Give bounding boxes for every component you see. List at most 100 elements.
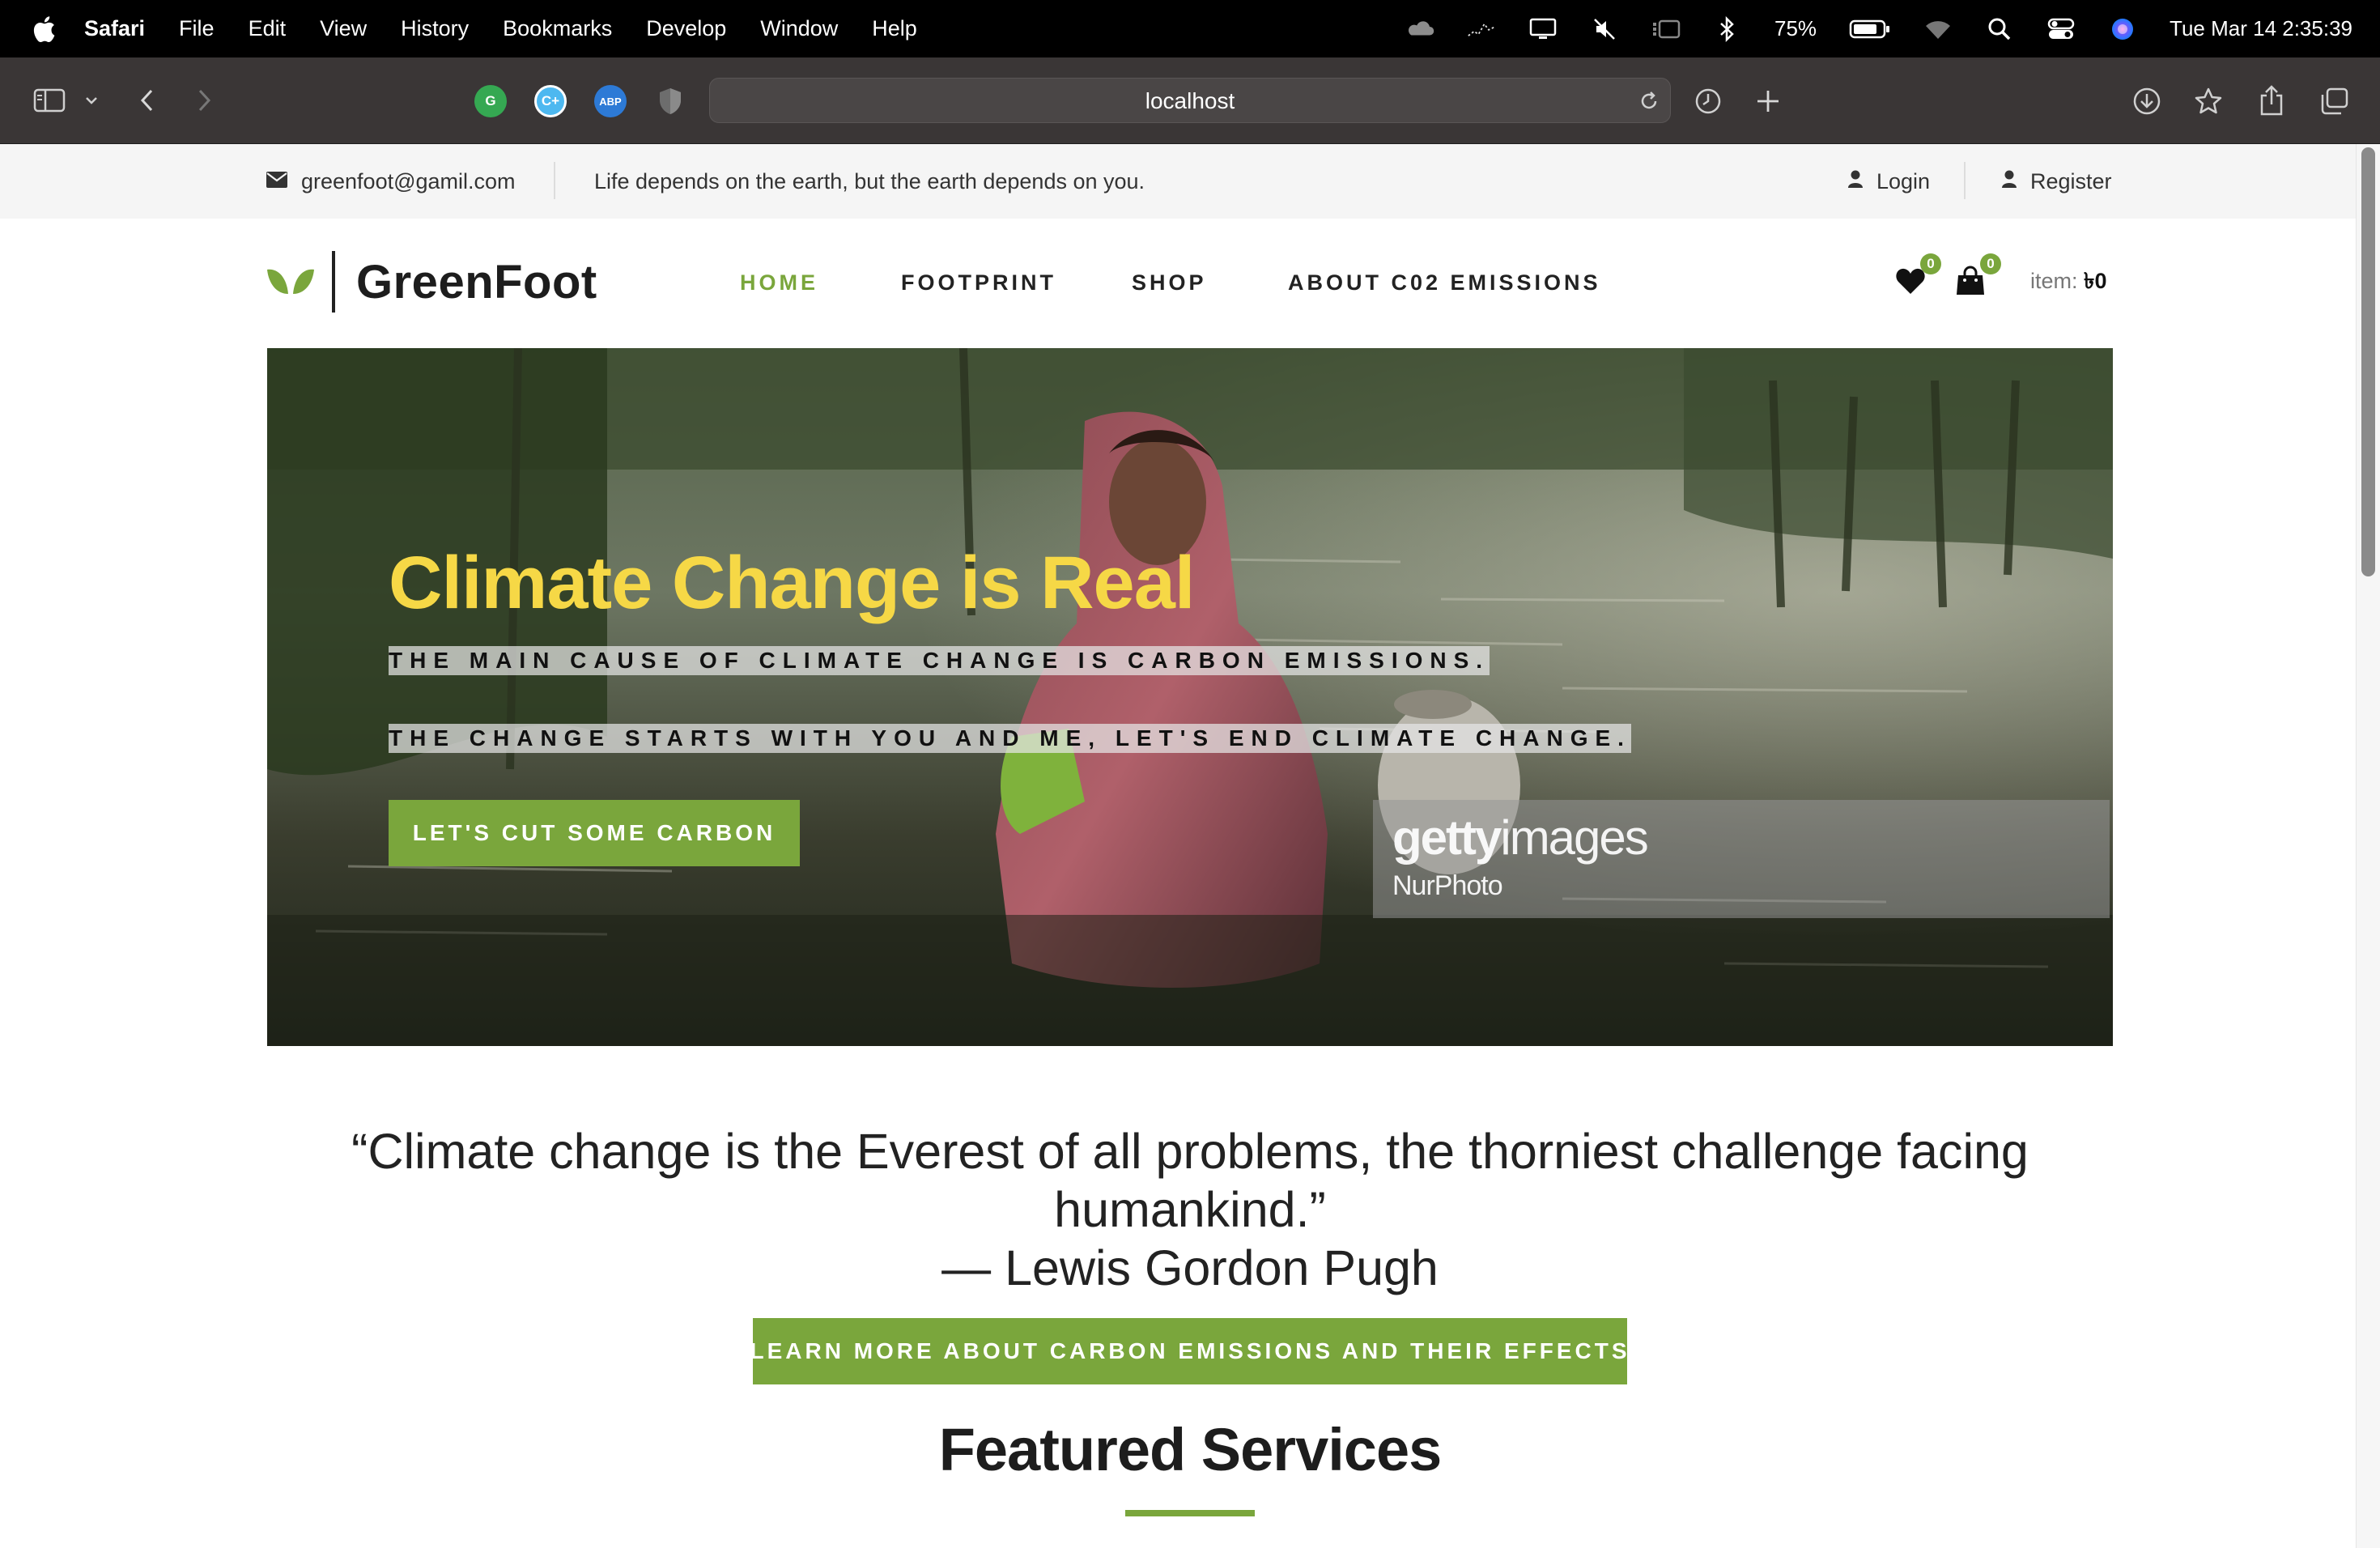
macos-menu-bar: Safari File Edit View History Bookmarks … <box>0 0 2380 57</box>
learn-more-button[interactable]: LEARN MORE ABOUT CARBON EMISSIONS AND TH… <box>750 1318 1627 1384</box>
menubar-clock[interactable]: Tue Mar 14 2:35:39 <box>2170 16 2352 41</box>
watermark-credit: NurPhoto <box>1392 870 1503 901</box>
hero-banner: gettyimages NurPhoto Climate Change is R… <box>267 348 2113 1046</box>
nav-shop[interactable]: SHOP <box>1132 219 1207 347</box>
register-link[interactable]: Register <box>2001 144 2112 219</box>
siri-icon[interactable] <box>2108 15 2137 44</box>
display-icon[interactable] <box>1528 15 1558 44</box>
logo-divider <box>332 251 335 313</box>
menu-file[interactable]: File <box>179 16 215 41</box>
divider <box>554 162 555 199</box>
new-tab-plus-icon[interactable] <box>1752 85 1784 117</box>
page-scrollbar[interactable] <box>2356 144 2380 1548</box>
menu-help[interactable]: Help <box>872 16 917 41</box>
nav-about-co2[interactable]: ABOUT C02 EMISSIONS <box>1288 219 1601 347</box>
divider <box>1964 162 1966 199</box>
cplus-extension-icon[interactable]: C+ <box>534 85 567 117</box>
stage-manager-icon[interactable] <box>1651 15 1681 44</box>
share-icon[interactable] <box>2255 83 2288 117</box>
menu-view[interactable]: View <box>320 16 367 41</box>
user-icon <box>2001 169 2017 194</box>
login-link[interactable]: Login <box>1847 144 1930 219</box>
spotlight-icon[interactable] <box>1985 15 2014 44</box>
shield-icon[interactable] <box>654 85 686 117</box>
adblock-label: ABP <box>599 95 622 108</box>
menu-develop[interactable]: Develop <box>646 16 726 41</box>
brand-name[interactable]: GreenFoot <box>356 255 597 309</box>
wave-icon[interactable] <box>1467 15 1496 44</box>
forward-icon[interactable] <box>191 87 219 114</box>
featured-services-heading: Featured Services <box>938 1416 1443 1483</box>
apple-icon[interactable] <box>31 15 57 43</box>
battery-icon[interactable] <box>1849 15 1891 44</box>
login-label[interactable]: Login <box>1876 169 1930 194</box>
email-text[interactable]: greenfoot@gamil.com <box>301 169 516 194</box>
wifi-icon[interactable] <box>1923 15 1953 44</box>
quote-text: “Climate change is the Everest of all pr… <box>351 1124 2029 1237</box>
hero-title: Climate Change is Real <box>389 542 1195 624</box>
tab-overview-icon[interactable] <box>2318 85 2351 117</box>
wishlist-button[interactable]: 0 <box>1893 219 1941 347</box>
tagline: Life depends on the earth, but the earth… <box>594 144 1145 219</box>
cart-count-badge: 0 <box>1980 253 2001 274</box>
cloud-icon[interactable] <box>1405 15 1434 44</box>
quote-author: — Lewis Gordon Pugh <box>941 1240 1439 1295</box>
quote-block: “Climate change is the Everest of all pr… <box>267 1122 2113 1297</box>
shopping-bag-icon <box>1956 266 1985 300</box>
web-page: greenfoot@gamil.com Life depends on the … <box>0 144 2356 1548</box>
hero-subtitle-1: THE MAIN CAUSE OF CLIMATE CHANGE IS CARB… <box>389 646 1490 675</box>
bluetooth-icon[interactable] <box>1713 15 1742 44</box>
watermark-brand-light: images <box>1500 810 1648 865</box>
cart-total-label: item: <box>2030 268 2078 293</box>
url-text[interactable]: localhost <box>710 79 1670 124</box>
menu-edit[interactable]: Edit <box>249 16 287 41</box>
hero-photo <box>267 348 2113 1046</box>
cut-carbon-button[interactable]: LET'S CUT SOME CARBON <box>389 800 800 866</box>
scrollbar-thumb[interactable] <box>2361 147 2375 576</box>
hero-subtitle-2: THE CHANGE STARTS WITH YOU AND ME, LET'S… <box>389 724 1631 753</box>
downloads-icon[interactable] <box>2131 85 2163 117</box>
user-icon <box>1847 169 1864 194</box>
address-bar[interactable]: localhost <box>709 78 1671 123</box>
leaf-logo-icon <box>266 260 316 304</box>
menu-app-name[interactable]: Safari <box>84 16 145 41</box>
nav-about-co2-label[interactable]: ABOUT C02 EMISSIONS <box>1288 270 1601 296</box>
reload-icon[interactable] <box>1636 88 1662 114</box>
menu-bookmarks[interactable]: Bookmarks <box>503 16 612 41</box>
menu-window[interactable]: Window <box>760 16 838 41</box>
heading-underline <box>1125 1510 1255 1516</box>
adblock-extension-icon[interactable]: ABP <box>594 85 627 117</box>
back-icon[interactable] <box>133 87 160 114</box>
mute-icon[interactable] <box>1590 15 1619 44</box>
cplus-label: C+ <box>541 93 560 108</box>
site-header: GreenFoot HOME FOOTPRINT SHOP ABOUT C02 … <box>0 219 2356 347</box>
chevron-down-icon[interactable] <box>83 91 100 109</box>
history-clock-icon[interactable] <box>1692 85 1724 117</box>
email-contact[interactable]: greenfoot@gamil.com <box>266 144 516 219</box>
register-label[interactable]: Register <box>2030 169 2112 194</box>
cart-button[interactable]: 0 <box>1953 219 2001 347</box>
nav-home-label[interactable]: HOME <box>740 270 818 296</box>
envelope-icon <box>266 169 288 194</box>
cart-total[interactable]: item: ৳0 <box>2030 219 2107 347</box>
cart-total-value: ৳0 <box>2084 268 2107 293</box>
menu-history[interactable]: History <box>401 16 469 41</box>
control-center-icon[interactable] <box>2046 15 2076 44</box>
battery-percent: 75% <box>1774 16 1817 40</box>
top-info-bar: greenfoot@gamil.com Life depends on the … <box>0 144 2356 219</box>
nav-footprint-label[interactable]: FOOTPRINT <box>901 270 1056 296</box>
site-logo[interactable]: GreenFoot <box>266 251 597 313</box>
nav-footprint[interactable]: FOOTPRINT <box>901 219 1056 347</box>
nav-shop-label[interactable]: SHOP <box>1132 270 1207 296</box>
sidebar-toggle-icon[interactable] <box>32 87 66 114</box>
tagline-text: Life depends on the earth, but the earth… <box>594 168 1145 194</box>
getty-watermark: gettyimages NurPhoto <box>1392 810 1649 902</box>
watermark-brand-bold: getty <box>1392 810 1502 865</box>
grammarly-label: G <box>485 93 496 108</box>
wishlist-count-badge: 0 <box>1920 253 1941 274</box>
browser-toolbar: G C+ ABP localhost <box>0 57 2380 144</box>
nav-home[interactable]: HOME <box>740 219 818 347</box>
grammarly-extension-icon[interactable]: G <box>474 85 507 117</box>
bookmark-star-icon[interactable] <box>2192 85 2225 117</box>
heart-icon <box>1895 267 1926 299</box>
